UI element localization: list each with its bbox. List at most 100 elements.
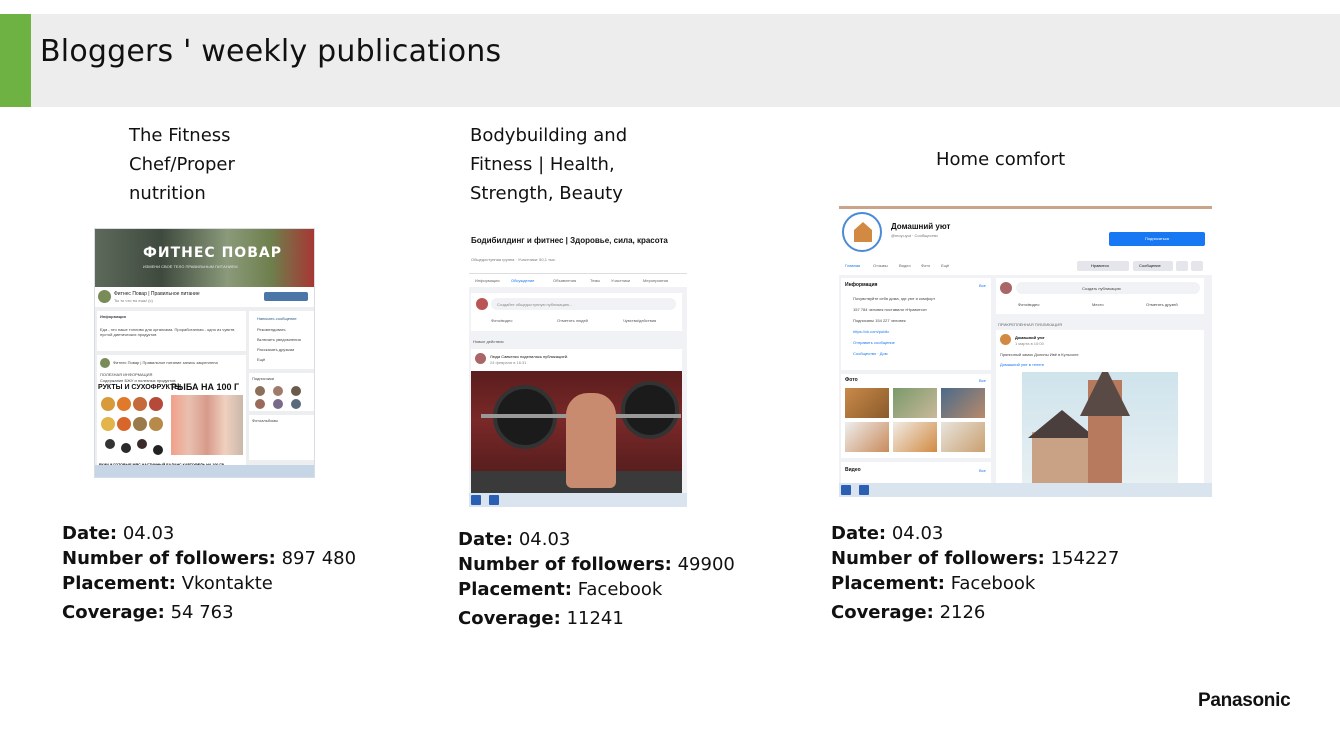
post-headline: РЫБА НА 100 Г: [171, 382, 240, 392]
composer-feeling: Чувства/действия: [623, 318, 657, 323]
left-column: Информация Все Почувствуйте себя дома, г…: [841, 278, 991, 483]
page-tabs: Главная Отзывы Видео Фото Ещё Нравится С…: [839, 259, 1212, 273]
food-image: [133, 397, 147, 411]
side-column: Написать сообщение Рекомендовать Включит…: [249, 311, 314, 476]
post-author: Домашний уют: [1015, 335, 1045, 340]
screenshot-bodybuilding: Бодибилдинг и фитнес | Здоровье, сила, к…: [469, 229, 687, 507]
stat-label: Number of followers:: [831, 548, 1045, 569]
food-image: [105, 439, 115, 449]
stat-placement: Placement: Vkontakte: [62, 571, 356, 596]
stat-followers: Number of followers: 897 480: [62, 546, 356, 571]
stats-bodybuilding: Date: 04.03 Number of followers: 49900 P…: [458, 527, 735, 631]
stat-followers: Number of followers: 154227: [831, 546, 1119, 571]
stat-label: Date:: [458, 529, 514, 550]
title-line: Chef/Proper: [129, 154, 235, 175]
tab-announcements: Объявления: [553, 278, 577, 283]
screenshot-home-comfort: Домашний уют @moy.uyut · Сообщество Подп…: [839, 206, 1212, 497]
member-avatar: [291, 386, 301, 396]
title-line: Fitness | Health,: [470, 154, 615, 175]
stat-coverage: Coverage: 54 763: [62, 600, 356, 625]
stat-label: Date:: [831, 523, 887, 544]
group-header: Бодибилдинг и фитнес | Здоровье, сила, к…: [469, 229, 687, 273]
photo-thumb: [893, 388, 937, 418]
tab-events: Мероприятия: [643, 278, 669, 283]
photo-thumb: [845, 388, 889, 418]
info-title: Информация: [845, 282, 878, 288]
composer-place: Место: [1092, 302, 1104, 307]
side-photos: Фотоальбомы: [249, 415, 314, 460]
group-title: Бодибилдинг и фитнес | Здоровье, сила, к…: [471, 236, 668, 245]
more-icon: [1191, 261, 1203, 271]
group-meta: Общедоступная группа · Участники: 50,1 т…: [471, 257, 556, 262]
see-all-link: Все: [979, 468, 986, 473]
title-line: nutrition: [129, 183, 206, 204]
page-name: Домашний уют: [891, 222, 951, 231]
post-date: 24 февраля в 16:31: [490, 360, 527, 365]
search-icon: [1176, 261, 1188, 271]
food-image: [117, 417, 131, 431]
info-link: Сообщество · Дом: [853, 351, 888, 356]
athlete: [566, 393, 616, 488]
tab-photo: Фото: [921, 263, 931, 268]
composer-tag: Отметить людей: [557, 318, 588, 323]
tab-info: Информация: [475, 278, 500, 283]
house-icon: [854, 222, 872, 242]
post-link: Домашний уют в телеге: [1000, 362, 1045, 367]
info-line: Почувствуйте себя дома, где уют и комфор…: [853, 296, 936, 301]
group-status: Ты то что ты ешь! (с): [114, 298, 153, 303]
stat-value: 04.03: [122, 523, 175, 544]
post-author: Люда Савченко поделилась публикацией.: [490, 354, 569, 359]
app-icon: [471, 495, 481, 505]
photo-thumb: [893, 422, 937, 452]
stat-date: Date: 04.03: [62, 521, 356, 546]
brand-logo: Panasonic: [1198, 690, 1291, 711]
food-image: [121, 443, 131, 453]
info-line: Подписаны 154 227 человек: [853, 318, 906, 323]
member-avatar: [255, 386, 265, 396]
stat-value: Facebook: [950, 573, 1036, 594]
stat-value: 11241: [566, 608, 624, 629]
stat-value: Vkontakte: [181, 573, 273, 594]
title-line: Home comfort: [936, 149, 1066, 170]
title-line: Bodybuilding and: [470, 125, 628, 146]
barbell-plate: [621, 381, 679, 439]
pinned-label: ПРИКРЕПЛЕННАЯ ПУБЛИКАЦИЯ: [998, 322, 1062, 327]
subscribe-button: Подписаться: [1109, 232, 1205, 246]
food-image: [153, 445, 163, 455]
food-image: [149, 417, 163, 431]
castle-wall: [1032, 432, 1092, 483]
avatar: [1000, 282, 1012, 294]
photo-thumb: [941, 422, 985, 452]
info-box: Информация Все Почувствуйте себя дома, г…: [841, 278, 991, 370]
blogger-title-fitness-chef: The Fitness Chef/Proper nutrition: [129, 121, 235, 208]
side-action: Рекомендовать: [257, 327, 286, 332]
side-members: Подписчики: [249, 373, 314, 411]
composer-label: Создать публикацию: [1082, 286, 1121, 291]
app-icon: [859, 485, 869, 495]
tab-home: Главная: [845, 263, 861, 268]
stat-label: Placement:: [458, 579, 572, 600]
screenshot-fitness-chef: ФИТНЕС ПОВАР ИЗМЕНИ СВОЁ ТЕЛО ПРАВИЛЬНЫМ…: [94, 228, 315, 478]
tab-discussion: Обсуждение: [511, 278, 535, 283]
post-composer: Создать публикацию Фото/видео Место Отме…: [996, 278, 1204, 314]
blogger-title-home-comfort: Home comfort: [936, 145, 1065, 174]
member-avatar: [291, 399, 301, 409]
post-author: Фитнес Повар | Правильное питание запись…: [113, 360, 218, 365]
photos-label: Фотоальбомы: [252, 418, 278, 423]
group-name: Фитнес Повар | Правильное питание: [114, 291, 200, 297]
title-line: The Fitness: [129, 125, 231, 146]
app-icon: [489, 495, 499, 505]
avatar: [1000, 334, 1011, 345]
stat-value: 04.03: [518, 529, 571, 550]
group-tabs: Информация Обсуждение Объявления Темы Уч…: [469, 273, 687, 287]
composer-input: Создайте общедоступную публикацию...: [491, 298, 676, 310]
composer-photo: Фото/видео: [491, 318, 513, 323]
photos-box: Фото Все: [841, 374, 991, 458]
accent-block: [0, 14, 31, 107]
stat-placement: Placement: Facebook: [458, 577, 735, 602]
member-avatar: [273, 386, 283, 396]
member-avatar: [255, 399, 265, 409]
title-line: Strength, Beauty: [470, 183, 623, 204]
taskbar: [469, 493, 687, 507]
side-action: Написать сообщение: [257, 316, 297, 321]
